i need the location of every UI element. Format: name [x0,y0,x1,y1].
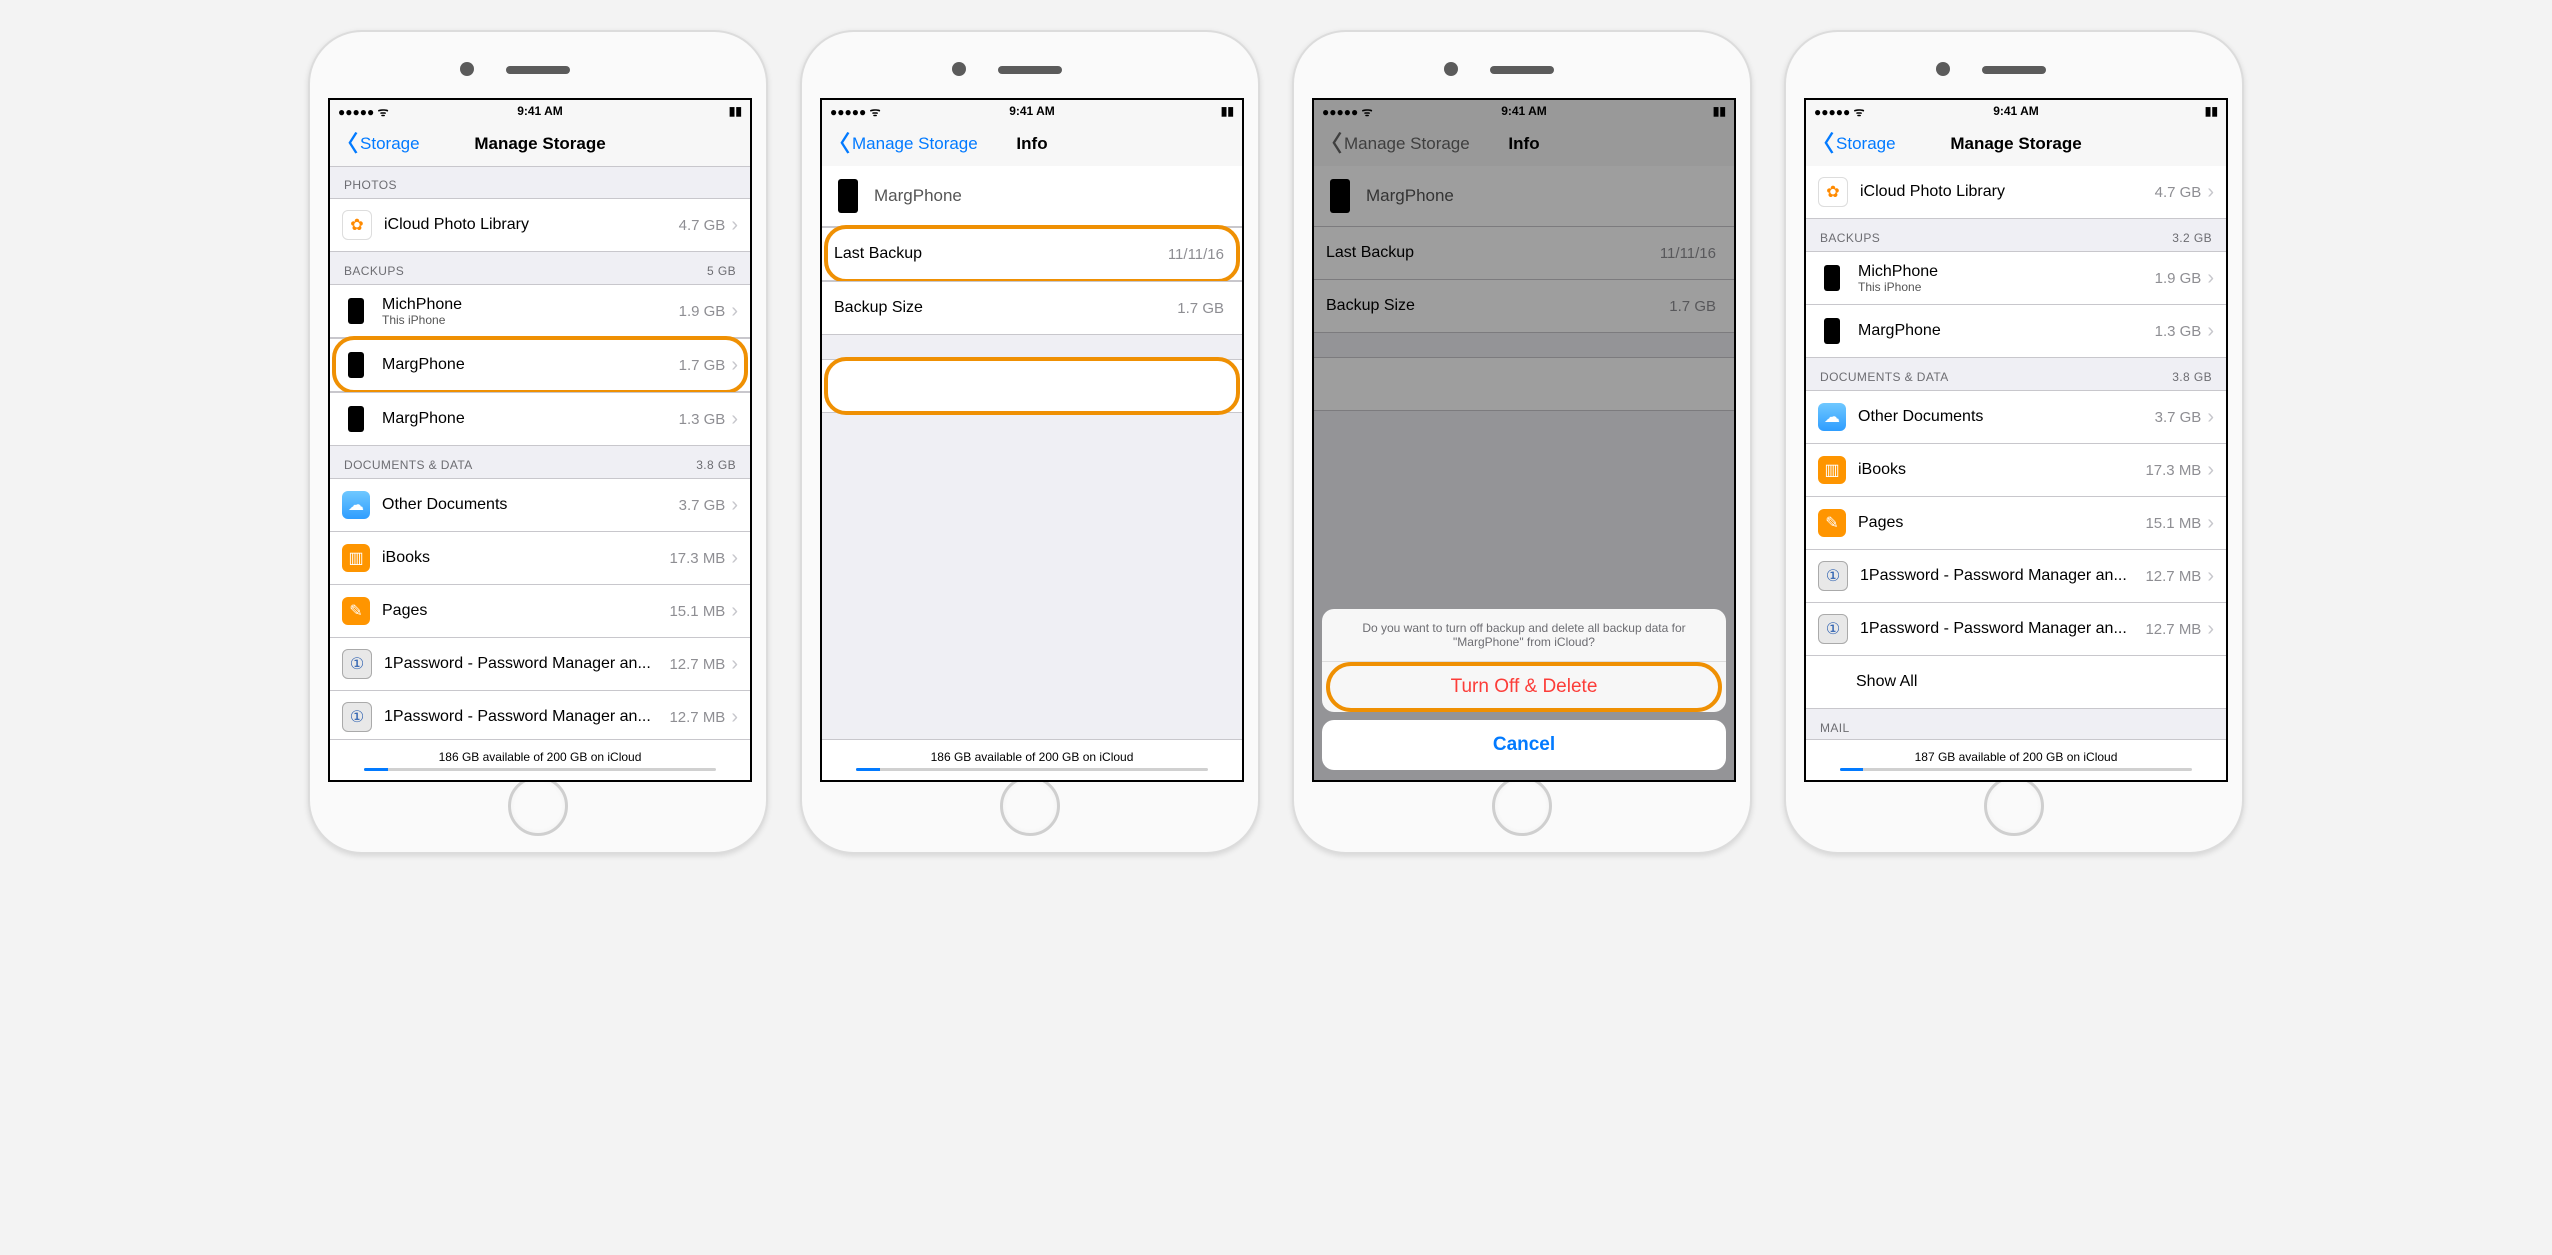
nav-bar: Storage Manage Storage [330,122,750,167]
row-ibooks[interactable]: iBooks17.3 MB› [330,532,750,585]
action-sheet-message: Do you want to turn off backup and delet… [1322,609,1726,662]
chevron-right-icon: › [2207,513,2214,533]
storage-footer: 187 GB available of 200 GB on iCloud [1806,739,2226,780]
status-bar: ●●●●● ᯤ 9:41 AM ▮▮ [330,100,750,122]
action-sheet: Do you want to turn off backup and delet… [1322,609,1726,770]
chevron-right-icon: › [2207,182,2214,202]
home-button[interactable] [1492,776,1552,836]
section-header-mail: MAIL [1806,709,2226,741]
cloud-icon [342,491,370,519]
storage-footer: 186 GB available of 200 GB on iCloud [330,739,750,780]
row-last-backup: Last Backup11/11/16 [822,227,1242,281]
row-1password-b[interactable]: 1Password - Password Manager an...12.7 M… [1806,603,2226,656]
nav-bar: Storage Manage Storage [1806,122,2226,167]
chevron-right-icon: › [731,215,738,235]
row-1password-a[interactable]: 1Password - Password Manager an...12.7 M… [1806,550,2226,603]
photos-icon [1818,177,1848,207]
chevron-right-icon: › [731,301,738,321]
page-title: Manage Storage [330,134,750,154]
chevron-right-icon: › [2207,407,2214,427]
row-pages[interactable]: Pages15.1 MB› [1806,497,2226,550]
page-title: Manage Storage [1806,134,2226,154]
chevron-right-icon: › [2207,268,2214,288]
pages-icon [342,597,370,625]
chevron-right-icon: › [731,495,738,515]
chevron-right-icon: › [731,548,738,568]
row-backup-margphone[interactable]: MargPhone 1.3 GB› [1806,305,2226,358]
status-time: 9:41 AM [330,104,750,118]
section-header-docs: DOCUMENTS & DATA3.8 GB [330,446,750,478]
onepassword-icon [1818,561,1848,591]
chevron-right-icon: › [2207,566,2214,586]
row-backup-size: Backup Size1.7 GB [822,281,1242,335]
status-bar: ●●●●● ᯤ9:41 AM▮▮ [1806,100,2226,122]
device-header: MargPhone [822,166,1242,227]
phone-manage-storage-2: ●●●●● ᯤ9:41 AM▮▮ Storage Manage Storage … [1784,30,2244,854]
iphone-icon [834,182,862,210]
ibooks-icon [342,544,370,572]
section-header-photos: PHOTOS [330,166,750,198]
cancel-button[interactable]: Cancel [1322,720,1726,770]
home-button[interactable] [1000,776,1060,836]
storage-footer: 186 GB available of 200 GB on iCloud [822,739,1242,780]
iphone-icon [342,405,370,433]
chevron-right-icon: › [2207,460,2214,480]
row-pages[interactable]: Pages15.1 MB› [330,585,750,638]
row-other-documents[interactable]: Other Documents3.7 GB› [1806,390,2226,444]
row-1password-b[interactable]: 1Password - Password Manager an...12.7 M… [330,691,750,744]
iphone-icon [342,297,370,325]
photos-icon [342,210,372,240]
row-icloud-photo-library[interactable]: iCloud Photo Library 4.7 GB› [1806,166,2226,219]
chevron-right-icon: › [2207,619,2214,639]
row-backup-michphone[interactable]: MichPhoneThis iPhone 1.9 GB› [1806,251,2226,305]
iphone-icon [342,351,370,379]
phone-manage-storage-1: ●●●●● ᯤ 9:41 AM ▮▮ Storage Manage Storag… [308,30,768,854]
row-backup-margphone-1[interactable]: MargPhone 1.7 GB› [330,338,750,392]
row-other-documents[interactable]: Other Documents3.7 GB› [330,478,750,532]
iphone-icon [1818,264,1846,292]
row-icloud-photo-library[interactable]: iCloud Photo Library 4.7 GB› [330,198,750,252]
page-title: Info [822,134,1242,154]
section-header-backups: BACKUPS3.2 GB [1806,219,2226,251]
onepassword-icon [1818,614,1848,644]
row-backup-michphone[interactable]: MichPhoneThis iPhone 1.9 GB› [330,284,750,338]
row-1password-a[interactable]: 1Password - Password Manager an...12.7 M… [330,638,750,691]
iphone-icon [1818,317,1846,345]
row-ibooks[interactable]: iBooks17.3 MB› [1806,444,2226,497]
onepassword-icon [342,649,372,679]
chevron-right-icon: › [731,409,738,429]
ibooks-icon [1818,456,1846,484]
row-backup-margphone-2[interactable]: MargPhone 1.3 GB› [330,392,750,446]
home-button[interactable] [1984,776,2044,836]
chevron-right-icon: › [731,355,738,375]
onepassword-icon [342,702,372,732]
chevron-right-icon: › [731,707,738,727]
show-all-button[interactable]: Show All [1806,656,2226,709]
cloud-icon [1818,403,1846,431]
section-header-docs: DOCUMENTS & DATA3.8 GB [1806,358,2226,390]
delete-backup-button[interactable]: Delete Backup [822,359,1242,413]
chevron-right-icon: › [731,601,738,621]
chevron-right-icon: › [2207,321,2214,341]
battery-icon: ▮▮ [729,104,742,118]
turn-off-and-delete-button[interactable]: Turn Off & Delete [1322,662,1726,712]
home-button[interactable] [508,776,568,836]
phone-delete-confirm: ●●●●● ᯤ9:41 AM▮▮ Manage Storage Info Mar… [1292,30,1752,854]
section-header-backups: BACKUPS5 GB [330,252,750,284]
chevron-right-icon: › [731,654,738,674]
phone-backup-info: ●●●●● ᯤ9:41 AM▮▮ Manage Storage Info Mar… [800,30,1260,854]
status-bar: ●●●●● ᯤ9:41 AM▮▮ [822,100,1242,122]
pages-icon [1818,509,1846,537]
nav-bar: Manage Storage Info [822,122,1242,167]
